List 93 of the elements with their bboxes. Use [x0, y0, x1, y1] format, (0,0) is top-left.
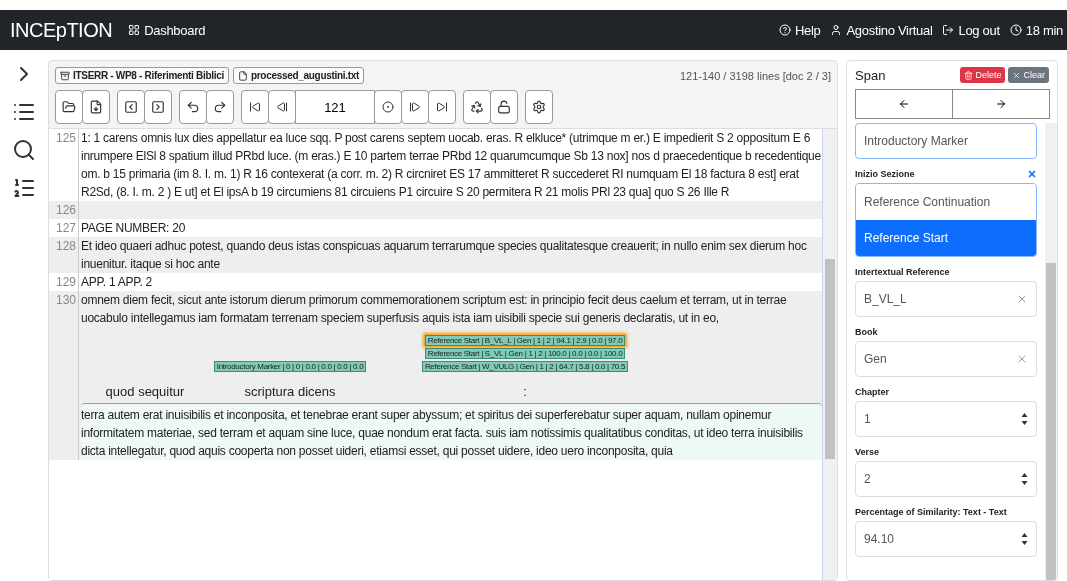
annotation-label[interactable]: Introductory Marker | 0 | 0 | 0.0 | 0.0 | 0.0 | 0.0: [213, 361, 367, 372]
breadcrumb-chip[interactable]: processed_augustini.txt: [232, 67, 365, 84]
clock-icon: [1009, 24, 1022, 36]
line-position: 121-140 / 3198 lines [doc 2 / 3]: [679, 69, 831, 82]
dashboard-link[interactable]: Dashboard: [128, 22, 206, 38]
numbered-list-icon: [12, 176, 36, 200]
open-icon: [62, 100, 76, 114]
step-forward-icon: [409, 101, 421, 113]
step-back-icon: [276, 101, 288, 113]
grid-icon: [128, 24, 141, 36]
redo-icon: [213, 100, 227, 114]
logout-link[interactable]: Log out: [942, 22, 1000, 38]
arrow-right-icon: [995, 98, 1007, 110]
close-icon: [1012, 70, 1022, 80]
next-button[interactable]: [952, 89, 1050, 119]
app-logo[interactable]: INCEpTION: [10, 18, 113, 42]
recycle-icon: [470, 100, 484, 114]
text-fragment: scriptura dicens: [244, 384, 336, 399]
field-label: Percentage of Similarity: Text - Text: [855, 507, 1008, 517]
export-icon: [89, 100, 103, 114]
combo-field[interactable]: B_VL_L: [855, 281, 1037, 317]
spinner-icon[interactable]: [1021, 472, 1028, 486]
export-button[interactable]: [82, 90, 110, 124]
trash-icon: [964, 70, 974, 80]
redo-button[interactable]: [206, 90, 234, 124]
go-button[interactable]: [374, 90, 402, 124]
text-line: APP. 1 APP. 2: [81, 274, 154, 291]
open-button[interactable]: [55, 90, 83, 124]
search-icon: [12, 138, 36, 162]
file-icon: [237, 70, 248, 81]
first-page-button[interactable]: [241, 90, 269, 124]
help-icon: [778, 24, 791, 36]
text-fragment: :: [523, 384, 527, 399]
delete-button[interactable]: Delete: [960, 67, 1006, 83]
scrollbar[interactable]: [823, 129, 837, 580]
text-line: 1: 1 carens omnis lux dies appellatur ea luce sqq. P post carens septem uocab. eras. R elkluce* (utrimque m er.) E impedierit S 2 oppositum E 6 inrumpere ElSl 8 spatium illud PRbd luce. (m eras.) E 10 partem terrae PRbd 12 quarumcumque Sb 13 nox] nos d praecedentique b recedentique om. b 15 primaria (im 8. I. m. 1) R 16 contexerat (a corr. m. 2) R circniret ES 17 ammitteret R succederet RI numquam El 18 factura 8 est] erat R2Sd, (8. I. m. 2 ) E ut] et El ipsA b 19 circumiens 81 circuiens P1 circuire S 20 permitera R 21 molis PRl 23 qua] quo S 26 Ille R: [81, 130, 822, 201]
line-number: 130: [49, 291, 79, 460]
unlock-icon: [497, 100, 511, 114]
search-button[interactable]: [12, 138, 36, 162]
archive-icon: [60, 70, 70, 81]
circle-dot-icon: [382, 101, 394, 113]
clear-icon[interactable]: [1016, 293, 1028, 305]
recycle-button[interactable]: [463, 90, 491, 124]
previous-button[interactable]: [855, 89, 953, 119]
undo-icon: [186, 100, 200, 114]
user-icon: [830, 24, 843, 36]
spinner-icon[interactable]: [1021, 532, 1028, 546]
next-document-button[interactable]: [144, 90, 172, 124]
arrow-left-icon: [898, 98, 910, 110]
annotated-text: terra autem erat inuisibilis et inconposita, et tenebrae erant super abyssum; et spiritus dei superferebatur super aquam, nullam opinemur informitatem materiae, sed terram et aquam sine luce, quae nondum erat facta. suis iam notissimis qualitatibus conditas, ut ideo terra inuisibilis dicta intellegatur, quod aquis cooperta non posset uideri, etiamsi esset, qui posset uidere, ideo uero inconposita, quia: [81, 403, 822, 460]
field-label: Intertextual Reference: [855, 267, 951, 277]
annotation-label[interactable]: Reference Start | W_VULG | Gen | 1 | 2 | 64.7 | 5.8 | 0.0 | 70.5: [421, 361, 629, 372]
field-label: Inizio Sezione: [855, 169, 916, 179]
spinner-icon[interactable]: [1021, 412, 1028, 426]
panel-title: Span: [855, 67, 887, 83]
clear-icon[interactable]: [1016, 353, 1028, 365]
annotation-label[interactable]: Reference Start | S_VL | Gen | 1 | 2 | 100.0 | 0.0 | 0.0 | 100.0: [424, 348, 626, 359]
number-field[interactable]: 1: [855, 401, 1037, 437]
number-field[interactable]: 94.10: [855, 521, 1037, 557]
skip-forward-icon: [436, 101, 448, 113]
number-field[interactable]: 2: [855, 461, 1037, 497]
clear-icon[interactable]: [1027, 169, 1037, 179]
page-field[interactable]: 121: [295, 90, 375, 124]
settings-icon: [532, 100, 546, 114]
lock-button[interactable]: [490, 90, 518, 124]
annotation-label[interactable]: Reference Start | B_VL_L | Gen | 1 | 2 | 94.1 | 2.9 | 0.0 | 97.0: [424, 335, 626, 346]
next-page-button[interactable]: [401, 90, 429, 124]
field-label: Book: [855, 327, 879, 337]
settings-button[interactable]: [525, 90, 553, 124]
breadcrumb-chip[interactable]: ITSERR - WP8 - Riferimenti Biblici: [55, 67, 229, 84]
text-line: Et ideo quaeri adhuc potest, quando deus istas conspicuas aquarum terrarumque species qualitatesque creauerit; in nullo enim sex dierum hoc inuenitur. itaque si hoc ante: [81, 238, 808, 273]
undo-button[interactable]: [179, 90, 207, 124]
text-line: PAGE NUMBER: 20: [81, 220, 187, 237]
dropdown-option[interactable]: Reference Start: [856, 220, 1036, 256]
session-timer[interactable]: 18 min: [1009, 22, 1063, 38]
user-link[interactable]: Agostino Virtual: [830, 22, 933, 38]
previous-page-button[interactable]: [268, 90, 296, 124]
clear-button[interactable]: Clear: [1008, 67, 1049, 83]
help-link[interactable]: Help: [778, 22, 821, 38]
ordered-list-button[interactable]: [12, 176, 36, 200]
text-line: omnem diem fecit, sicut ante istorum dierum primorum commemorationem scriptum est: in principio fecit deus caelum et terram, ut in terrae uocabulo intellegamus iam formatam terrenam speciem superfusis aquis ista iam uisibili specie sui generis declaratis, ut in eo,: [81, 292, 788, 327]
combo-field[interactable]: Gen: [855, 341, 1037, 377]
scrollbar[interactable]: [1045, 123, 1057, 580]
field-label: Chapter: [855, 387, 890, 397]
text-fragment: quod sequitur: [105, 384, 185, 399]
previous-document-button[interactable]: [117, 90, 145, 124]
logout-icon: [942, 24, 955, 36]
previous-document-icon: [124, 100, 138, 114]
last-page-button[interactable]: [428, 90, 456, 124]
field-label: Verse: [855, 447, 881, 457]
layer-field[interactable]: Introductory Marker: [855, 123, 1037, 159]
next-document-icon: [151, 100, 165, 114]
skip-back-icon: [249, 101, 261, 113]
